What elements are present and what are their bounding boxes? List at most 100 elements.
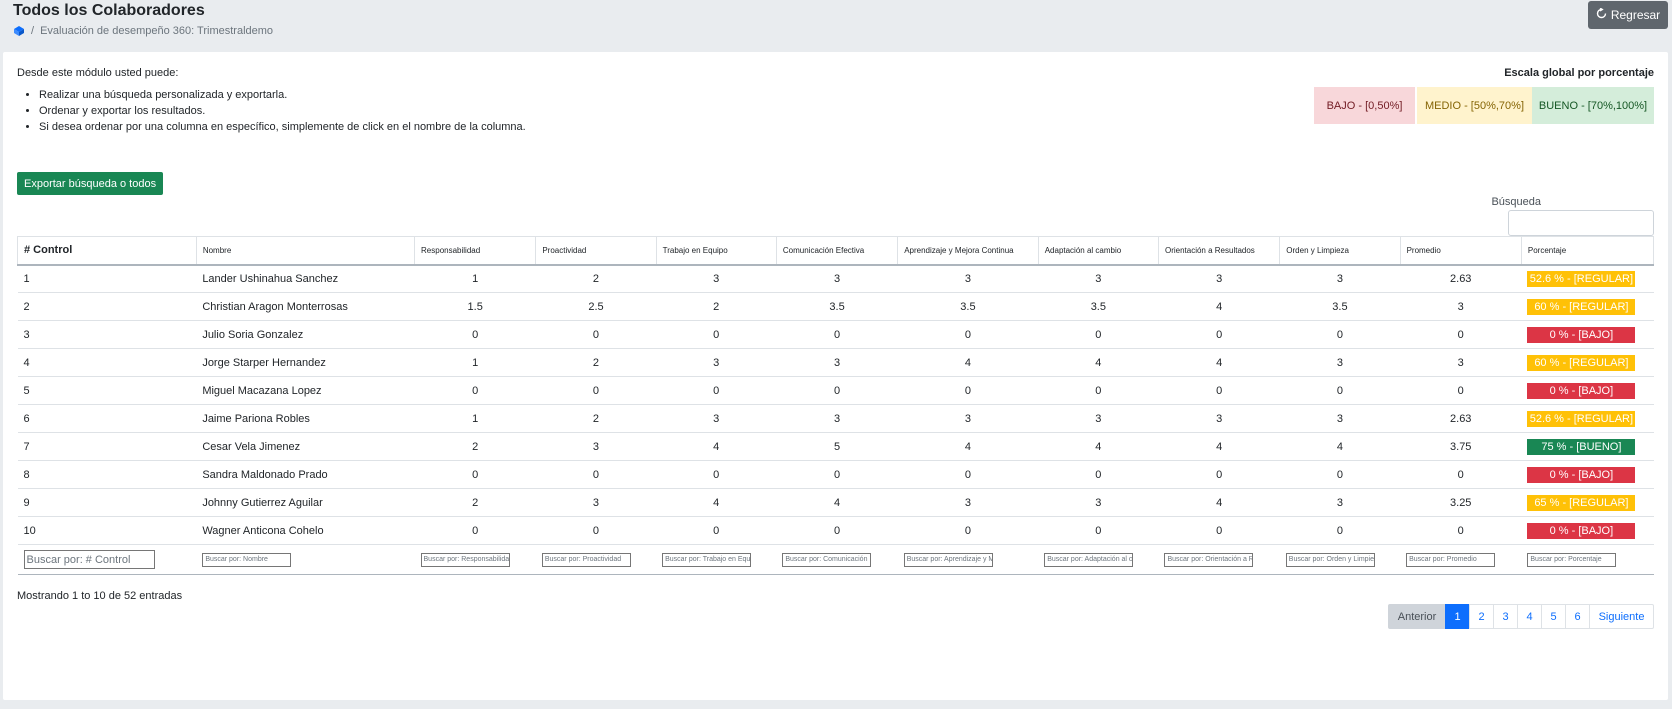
- pagination: Anterior 1 2 3 4 5 6 Siguiente: [1388, 604, 1654, 629]
- filter-cell: Buscar por: Nombre: [196, 544, 415, 575]
- column-header[interactable]: Aprendizaje y Mejora Continua: [897, 236, 1039, 266]
- score-cell: 4: [1158, 292, 1280, 321]
- column-filter-input[interactable]: Buscar por: Porcentaje: [1527, 552, 1617, 567]
- score-cell: 3.5: [1038, 292, 1159, 321]
- pagination-prev[interactable]: Anterior: [1388, 604, 1446, 629]
- score-cell: 3: [1279, 404, 1401, 433]
- control-cell: 6: [17, 404, 197, 433]
- column-filter-input[interactable]: Buscar por: Comunicación: [782, 552, 872, 567]
- column-header[interactable]: Comunicación Efectiva: [775, 236, 899, 266]
- score-cell: 0: [1400, 376, 1522, 405]
- column-filter-input[interactable]: Buscar por: Orden y Limpie: [1285, 552, 1375, 567]
- column-filter-input[interactable]: Buscar por: Responsabilida: [420, 552, 510, 567]
- control-cell: 9: [17, 488, 197, 517]
- column-header[interactable]: Orientación a Resultados: [1157, 236, 1281, 266]
- score-cell: 0: [1038, 460, 1159, 489]
- score-cell: 0: [535, 516, 657, 545]
- table-row: 8 Sandra Maldonado Prado 0 0 0 0 0 0 0 0 0 0 % - [B…: [17, 460, 1654, 489]
- percentage-badge: 52.6 % - [REGULAR]: [1527, 270, 1636, 287]
- score-cell: 3: [656, 404, 777, 433]
- table-row: 9 Johnny Gutierrez Aguilar 2 3 4 4 3 3 4 3 3.25 65 …: [17, 488, 1654, 517]
- score-cell: 0: [1279, 516, 1401, 545]
- score-cell: 3: [776, 404, 898, 433]
- pagination-page-4[interactable]: 4: [1517, 604, 1542, 629]
- column-filter-input[interactable]: Buscar por: Orientación a R: [1164, 552, 1254, 567]
- score-cell: 0: [776, 516, 898, 545]
- back-button[interactable]: Regresar: [1588, 1, 1668, 29]
- score-cell: 0: [776, 376, 898, 405]
- scale-bajo: BAJO - [0,50%]: [1314, 87, 1415, 124]
- column-header[interactable]: Trabajo en Equipo: [655, 236, 777, 266]
- percentage-cell: 65 % - [REGULAR]: [1521, 488, 1654, 517]
- home-icon[interactable]: [13, 25, 25, 37]
- column-filter-input[interactable]: Buscar por: Aprendizaje y M: [903, 552, 993, 567]
- scale-title: Escala global por porcentaje: [1504, 67, 1654, 79]
- score-cell: 4: [1038, 348, 1159, 377]
- score-cell: 3: [1279, 264, 1401, 293]
- score-cell: 2.63: [1400, 404, 1522, 433]
- percentage-cell: 60 % - [REGULAR]: [1521, 348, 1654, 377]
- column-header[interactable]: Responsabilidad: [414, 236, 537, 266]
- score-cell: 3: [656, 348, 777, 377]
- pagination-page-2[interactable]: 2: [1469, 604, 1494, 629]
- name-cell: Jaime Pariona Robles: [196, 404, 415, 433]
- score-cell: 0: [1279, 460, 1401, 489]
- export-button[interactable]: Exportar búsqueda o todos: [17, 172, 164, 195]
- pagination-page-5[interactable]: 5: [1541, 604, 1566, 629]
- score-cell: 3: [776, 348, 898, 377]
- column-header[interactable]: Proactividad: [535, 236, 657, 266]
- percentage-cell: 0 % - [BAJO]: [1521, 376, 1654, 405]
- scale-legend: BAJO - [0,50%] MEDIO - [50%,70%] BUENO -…: [1314, 87, 1654, 124]
- column-filter-input[interactable]: Buscar por: Trabajo en Equ: [662, 552, 752, 567]
- main-card: Desde este módulo usted puede: Realizar …: [3, 52, 1668, 700]
- intro-item: Si desea ordenar por una columna en espe…: [39, 121, 526, 133]
- score-cell: 3: [897, 488, 1039, 517]
- percentage-badge: 0 % - [BAJO]: [1527, 326, 1636, 343]
- column-filter-input[interactable]: Buscar por: # Control: [23, 550, 155, 569]
- percentage-badge: 75 % - [BUENO]: [1527, 438, 1636, 455]
- column-filter-input[interactable]: Buscar por: Nombre: [202, 552, 292, 567]
- score-cell: 4: [1158, 488, 1280, 517]
- score-cell: 0: [535, 460, 657, 489]
- column-filter-input[interactable]: Buscar por: Adaptación al c: [1044, 552, 1134, 567]
- column-header[interactable]: Promedio: [1399, 236, 1522, 266]
- scale-bueno: BUENO - [70%,100%]: [1532, 87, 1654, 124]
- name-cell: Miguel Macazana Lopez: [196, 376, 415, 405]
- page-header: Todos los Colaboradores / Evaluación de …: [0, 0, 1672, 52]
- name-cell: Cesar Vela Jimenez: [196, 432, 415, 461]
- pagination-page-1[interactable]: 1: [1445, 604, 1470, 629]
- score-cell: 0: [1400, 460, 1522, 489]
- score-cell: 3.75: [1400, 432, 1522, 461]
- percentage-cell: 75 % - [BUENO]: [1521, 432, 1654, 461]
- column-header[interactable]: Orden y Limpieza: [1279, 236, 1401, 266]
- column-header[interactable]: Adaptación al cambio: [1037, 236, 1159, 266]
- score-cell: 0: [1038, 320, 1159, 349]
- breadcrumb-current: Evaluación de desempeño 360: Trimestrald…: [40, 25, 274, 37]
- pagination-next[interactable]: Siguiente: [1589, 604, 1654, 629]
- score-cell: 2.63: [1400, 264, 1522, 293]
- name-cell: Johnny Gutierrez Aguilar: [196, 488, 415, 517]
- filter-cell: Buscar por: Aprendizaje y M: [897, 544, 1039, 575]
- intro: Desde este módulo usted puede: Realizar …: [17, 67, 526, 137]
- control-cell: 3: [17, 320, 197, 349]
- column-filter-input[interactable]: Buscar por: Proactividad: [541, 552, 631, 567]
- score-cell: 3: [1279, 348, 1401, 377]
- pagination-page-6[interactable]: 6: [1565, 604, 1590, 629]
- score-cell: 0: [414, 320, 536, 349]
- score-cell: 0: [1158, 376, 1280, 405]
- column-filter-input[interactable]: Buscar por: Promedio: [1406, 552, 1496, 567]
- score-cell: 2.5: [535, 292, 657, 321]
- control-cell: 2: [17, 292, 197, 321]
- column-header[interactable]: Nombre: [195, 236, 416, 266]
- name-cell: Jorge Starper Hernandez: [196, 348, 415, 377]
- percentage-cell: 0 % - [BAJO]: [1521, 516, 1654, 545]
- score-cell: 3: [1038, 264, 1159, 293]
- search-input[interactable]: [1508, 210, 1654, 236]
- column-header[interactable]: # Control: [17, 236, 197, 266]
- column-header[interactable]: Porcentaje: [1520, 236, 1655, 266]
- score-cell: 4: [776, 488, 898, 517]
- pagination-page-3[interactable]: 3: [1493, 604, 1518, 629]
- score-cell: 0: [897, 320, 1039, 349]
- score-cell: 3: [897, 404, 1039, 433]
- score-cell: 2: [535, 264, 657, 293]
